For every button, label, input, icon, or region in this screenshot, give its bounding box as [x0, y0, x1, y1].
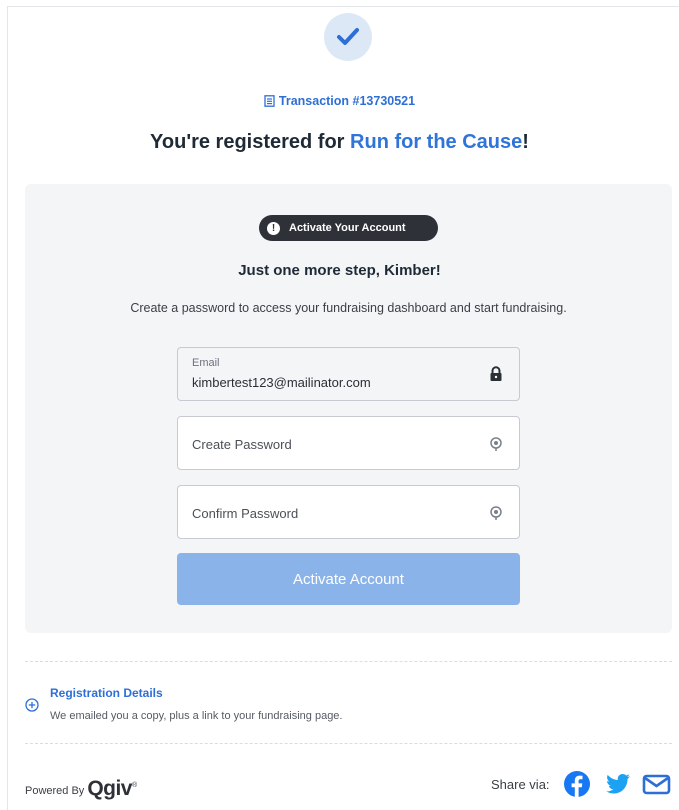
logo-text: Qgiv [87, 777, 132, 800]
logo-mark: ® [132, 782, 137, 789]
registration-details-link[interactable]: Registration Details [50, 686, 163, 700]
activate-account-badge: ! Activate Your Account [259, 215, 438, 241]
email-label: Email [192, 357, 220, 369]
create-password-field[interactable]: Create Password [177, 416, 520, 470]
transaction-label: Transaction #13730521 [278, 94, 416, 108]
headline-suffix: ! [522, 131, 529, 153]
checkmark-icon [337, 28, 359, 45]
lock-icon [490, 366, 502, 381]
step-title: Just one more step, Kimber! [238, 262, 441, 279]
powered-by: Powered By Qgiv® [25, 777, 137, 803]
powered-by-label: Powered By [25, 785, 85, 797]
transaction-number: Transaction #13730521 [0, 94, 679, 108]
eye-toggle-icon[interactable] [489, 505, 503, 521]
page-title: You're registered for Run for the Cause! [0, 131, 679, 154]
envelope-icon[interactable] [642, 770, 672, 798]
event-name: Run for the Cause [350, 131, 523, 153]
badge-label: Activate Your Account [289, 222, 406, 234]
headline-prefix: You're registered for [150, 131, 351, 153]
create-password-placeholder: Create Password [192, 437, 292, 452]
step-description: Create a password to access your fundrai… [130, 301, 567, 315]
qgiv-logo[interactable]: Qgiv® [87, 777, 137, 801]
share-label: Share via: [491, 777, 550, 792]
exclamation-icon: ! [267, 221, 280, 235]
divider [25, 661, 672, 662]
email-value: kimbertest123@mailinator.com [192, 375, 371, 390]
email-field[interactable]: Email kimbertest123@mailinator.com [177, 347, 520, 401]
activate-account-button[interactable]: Activate Account [177, 553, 520, 605]
facebook-icon[interactable] [563, 770, 591, 798]
eye-toggle-icon[interactable] [489, 436, 503, 452]
registration-details-description: We emailed you a copy, plus a link to yo… [50, 710, 343, 722]
confirm-password-placeholder: Confirm Password [192, 506, 299, 521]
success-badge [324, 13, 372, 61]
plus-circle-icon[interactable] [25, 698, 39, 712]
twitter-icon[interactable] [604, 770, 632, 798]
divider [25, 743, 672, 744]
receipt-icon [264, 95, 275, 107]
confirm-password-field[interactable]: Confirm Password [177, 485, 520, 539]
